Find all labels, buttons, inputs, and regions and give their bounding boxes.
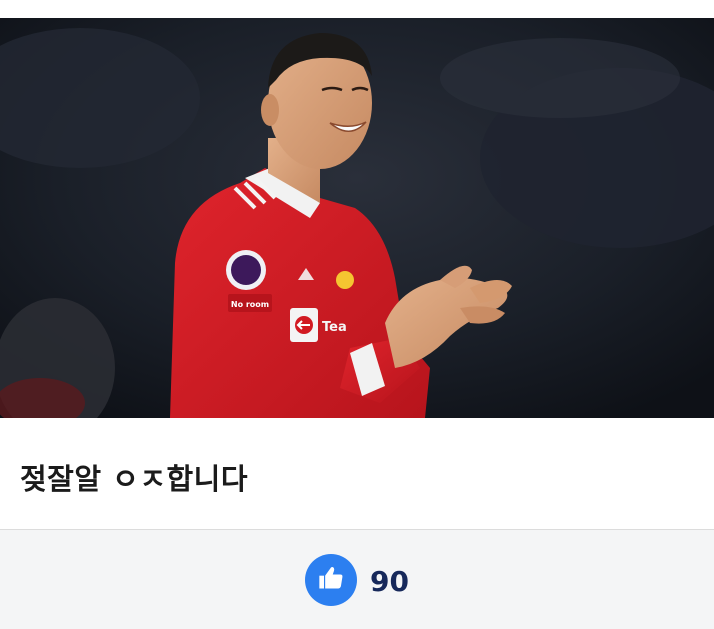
post-title-area: 젖잘알 ㅇㅈ합니다: [0, 418, 714, 530]
post-title: 젖잘알 ㅇㅈ합니다: [20, 462, 249, 496]
like-count: 90: [370, 565, 409, 598]
post-card: No room Tea 젖잘알 ㅇㅈ합니다 90: [0, 0, 714, 629]
svg-text:No room: No room: [231, 300, 269, 309]
like-button[interactable]: [305, 554, 357, 606]
post-photo: No room Tea: [0, 18, 714, 418]
thumbs-up-icon: [317, 564, 345, 596]
top-strip: [0, 0, 714, 18]
reaction-bar: 90: [0, 530, 714, 629]
photo-illustration: No room Tea: [0, 18, 714, 418]
kit-sponsor: Tea: [322, 320, 347, 335]
